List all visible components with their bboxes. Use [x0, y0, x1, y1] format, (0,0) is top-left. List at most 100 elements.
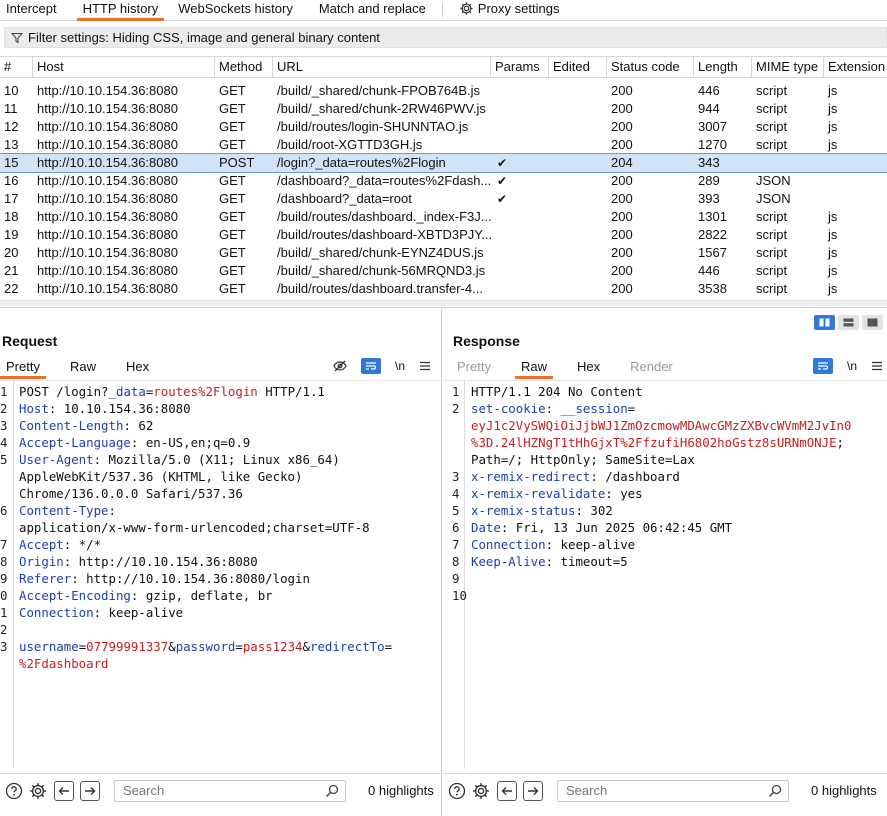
word-wrap-icon[interactable]: [812, 358, 833, 374]
row-mime-type: script: [756, 119, 788, 134]
line-number: 7: [0, 537, 8, 552]
response-search-field[interactable]: [557, 779, 789, 802]
request-search-input[interactable]: [115, 780, 315, 801]
code-key: x-remix-redirect: [471, 469, 591, 484]
help-icon[interactable]: [447, 781, 467, 801]
row-url: /build/routes/dashboard-XBTD3PJY...: [277, 227, 491, 242]
row-mime-type: script: [756, 83, 788, 98]
table-row[interactable]: 15 http://10.10.154.36:8080 POST/login?_da…: [0, 153, 887, 173]
horizontal-scrollbar[interactable]: [0, 300, 887, 306]
word-wrap-icon[interactable]: [360, 358, 381, 374]
response-tab-pretty[interactable]: Pretty: [451, 357, 497, 379]
code-line: 7 Accept: */*: [0, 536, 437, 553]
row-edited: [549, 100, 607, 118]
column-header-host[interactable]: Host: [33, 57, 215, 77]
row-status-code: 200: [611, 83, 633, 98]
menu-icon[interactable]: [871, 361, 883, 371]
row-params: [491, 262, 549, 280]
row-extension: js: [828, 245, 838, 260]
code-value: %2Fdashboard: [19, 656, 109, 671]
table-row[interactable]: 11 http://10.10.154.36:8080 GET/build/_sha…: [0, 100, 887, 118]
code-line: 4 x-remix-revalidate: yes: [452, 485, 883, 502]
row-length: 1567: [698, 245, 727, 260]
response-code[interactable]: 1 HTTP/1.1 204 No Content 2 set-cookie: __s…: [452, 383, 883, 604]
code-value: %3D.24lHZNgT1tHhGjxT%2FfzufiH6802hoGstz8…: [471, 435, 837, 450]
eye-slash-icon[interactable]: [333, 359, 347, 373]
table-row[interactable]: 18 http://10.10.154.36:8080 GET/build/rout…: [0, 208, 887, 226]
row-host: http://10.10.154.36:8080: [37, 155, 178, 170]
table-row[interactable]: 20 http://10.10.154.36:8080 GET/build/_sha…: [0, 244, 887, 262]
previous-match-arrow-icon[interactable]: [497, 780, 517, 801]
table-row[interactable]: 12 http://10.10.154.36:8080 GET/build/rout…: [0, 118, 887, 136]
table-row[interactable]: 22 http://10.10.154.36:8080 GET/build/rout…: [0, 280, 887, 298]
code-key: redirectTo: [310, 639, 385, 654]
column-header-status-code[interactable]: Status code: [607, 57, 694, 77]
table-row[interactable]: 13 http://10.10.154.36:8080 GET/build/root…: [0, 136, 887, 154]
table-row[interactable]: 19 http://10.10.154.36:8080 GET/build/rout…: [0, 226, 887, 244]
row-extension: [824, 154, 887, 172]
tab-match-and-replace[interactable]: Match and replace: [313, 0, 432, 21]
row-status-code: 204: [611, 155, 633, 170]
next-match-arrow-icon[interactable]: [80, 780, 100, 801]
filter-settings-bar[interactable]: Filter settings: Hiding CSS, image and g…: [4, 27, 887, 48]
previous-match-arrow-icon[interactable]: [54, 780, 74, 801]
response-editor[interactable]: 1 HTTP/1.1 204 No Content 2 set-cookie: __s…: [443, 380, 887, 769]
tab-websockets-history[interactable]: WebSockets history: [172, 0, 299, 21]
response-search-input[interactable]: [558, 780, 758, 801]
search-settings-gear-icon[interactable]: [28, 781, 48, 801]
line-number: 6: [452, 520, 460, 535]
row-params: [491, 136, 549, 154]
search-settings-gear-icon[interactable]: [471, 781, 491, 801]
request-tab-raw[interactable]: Raw: [64, 357, 102, 379]
code-line: 3 x-remix-redirect: /dashboard: [452, 468, 883, 485]
request-search-field[interactable]: [114, 779, 346, 802]
row-method: GET: [219, 173, 246, 188]
menu-icon[interactable]: [419, 361, 431, 371]
help-icon[interactable]: [4, 781, 24, 801]
row-number: 20: [4, 245, 19, 260]
row-params: [491, 100, 549, 118]
next-match-arrow-icon[interactable]: [523, 780, 543, 801]
code-line: 3 Content-Length: 62: [0, 417, 437, 434]
tab-proxy-settings[interactable]: Proxy settings: [453, 0, 566, 21]
column-header-extension[interactable]: Extension: [824, 57, 887, 77]
response-tab-render[interactable]: Render: [624, 357, 679, 379]
row-mime-type: script: [756, 281, 788, 296]
code-text: :: [108, 503, 116, 518]
column-header-length[interactable]: Length: [694, 57, 752, 77]
column-header-edited[interactable]: Edited: [549, 57, 607, 77]
column-header-mime-type[interactable]: MIME type: [752, 57, 824, 77]
code-line: 8 Origin: http://10.10.154.36:8080: [0, 553, 437, 570]
table-row[interactable]: 21 http://10.10.154.36:8080 GET/build/_sha…: [0, 262, 887, 280]
request-editor[interactable]: 1 POST /login?_data = routes%2Flogin HTTP/1…: [0, 380, 441, 769]
newline-toggle[interactable]: \n: [847, 359, 857, 373]
code-text: &: [302, 639, 310, 654]
column-header-params[interactable]: Params: [491, 57, 549, 77]
row-url: /build/_shared/chunk-FPOB764B.js: [277, 83, 481, 98]
table-row[interactable]: 10 http://10.10.154.36:8080 GET/build/_sha…: [0, 82, 887, 100]
tab-http-history[interactable]: HTTP history: [76, 0, 165, 21]
request-code[interactable]: 1 POST /login?_data = routes%2Flogin HTTP/1…: [0, 383, 437, 672]
column-header-number[interactable]: #: [0, 57, 33, 77]
line-number: 10: [452, 588, 467, 603]
column-header-url[interactable]: URL: [273, 57, 491, 77]
newline-toggle[interactable]: \n: [395, 359, 405, 373]
response-tab-hex[interactable]: Hex: [571, 357, 606, 379]
code-key: Date: [471, 520, 501, 535]
tab-intercept[interactable]: Intercept: [0, 0, 63, 21]
row-url: /login?_data=routes%2Flogin: [277, 155, 446, 170]
table-row[interactable]: 16 http://10.10.154.36:8080 GET/dashboard?…: [0, 172, 887, 190]
table-row[interactable]: 17 http://10.10.154.36:8080 GET/dashboard?…: [0, 190, 887, 208]
request-tab-pretty[interactable]: Pretty: [0, 357, 46, 379]
response-tab-raw[interactable]: Raw: [514, 357, 553, 379]
pane-divider[interactable]: [0, 307, 887, 308]
request-title: Request: [2, 333, 58, 349]
row-params: [491, 118, 549, 136]
code-line: 6 Date: Fri, 13 Jun 2025 06:42:45 GMT: [452, 519, 883, 536]
row-status-code: 200: [611, 101, 633, 116]
response-panel: Response Pretty Raw Hex Render \n 1 HTTP/…: [443, 309, 887, 816]
column-header-method[interactable]: Method: [215, 57, 273, 77]
request-tab-hex[interactable]: Hex: [120, 357, 155, 379]
line-number: 0: [0, 588, 8, 603]
proxy-tab-bar: Intercept HTTP history WebSockets histor…: [0, 0, 887, 21]
